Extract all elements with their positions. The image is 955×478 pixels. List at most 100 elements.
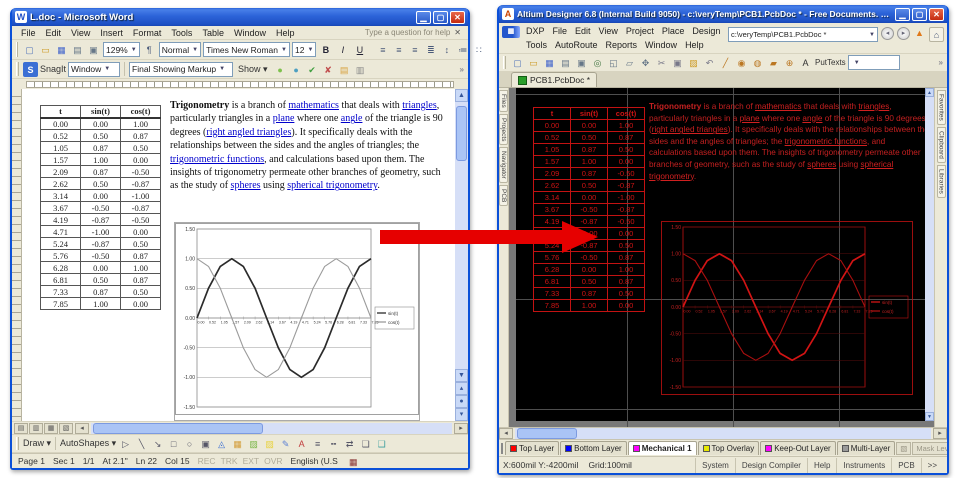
print-icon[interactable]: ▤ [70, 42, 85, 57]
paste-icon[interactable]: ▨ [686, 55, 701, 70]
outline-view-icon[interactable]: ▧ [59, 423, 73, 434]
hyperlink[interactable]: right angled triangles [206, 127, 291, 138]
hyperlink[interactable]: plane [273, 113, 295, 124]
scroll-left-icon[interactable]: ◂ [499, 428, 513, 439]
forward-icon[interactable]: ▸ [897, 27, 910, 40]
menu-item[interactable]: Window [229, 28, 271, 38]
panel-tab[interactable]: Libraries [937, 165, 946, 198]
layer-tab[interactable]: Multi-Layer [837, 441, 896, 455]
browse-select-icon[interactable]: ● [455, 395, 468, 408]
autoshapes-menu-button[interactable]: AutoShapes ▾ [60, 438, 116, 449]
panel-tab[interactable]: Projects [499, 114, 508, 145]
normal-view-icon[interactable]: ▤ [14, 423, 28, 434]
place-dimension-icon[interactable]: ⊕ [782, 55, 797, 70]
open-folder-icon[interactable]: ▭ [526, 55, 541, 70]
print-layout-view-icon[interactable]: ▦ [44, 423, 58, 434]
scroll-down-icon[interactable]: ▼ [455, 369, 468, 382]
menu-item[interactable]: Project [622, 24, 658, 38]
hyperlink[interactable]: spheres [231, 180, 261, 191]
rectangle-icon[interactable]: □ [166, 436, 181, 451]
menu-item[interactable]: File [16, 28, 41, 38]
layer-tab[interactable]: Mechanical 1 [628, 441, 697, 455]
hyperlink[interactable]: mathematics [755, 102, 801, 111]
panel-button[interactable]: Help [807, 458, 836, 473]
menu-item[interactable]: File [549, 24, 572, 38]
font-size-select[interactable]: 12▼ [292, 42, 316, 57]
menu-item[interactable]: Help [271, 28, 300, 38]
menu-item[interactable]: Edit [41, 28, 67, 38]
justify-icon[interactable]: ≣ [423, 42, 438, 57]
menu-item[interactable]: Format [128, 28, 167, 38]
maximize-button[interactable]: ▢ [912, 8, 927, 21]
menu-item[interactable]: Edit [571, 24, 595, 38]
word-chart[interactable]: 1.501.000.500.00-0.50-1.00-1.500.000.521… [174, 222, 420, 421]
close-button[interactable]: ✕ [929, 8, 944, 21]
altium-titlebar[interactable]: A Altium Designer 6.8 (Internal Build 90… [499, 5, 947, 23]
copy-icon[interactable]: ▣ [670, 55, 685, 70]
toolbar-grip[interactable] [16, 437, 19, 451]
scroll-up-icon[interactable]: ▲ [455, 89, 468, 102]
move-icon[interactable]: ✥ [638, 55, 653, 70]
accept-change-icon[interactable]: ✔ [305, 62, 320, 77]
minimize-button[interactable]: ▁ [416, 11, 431, 24]
word-vertical-scrollbar[interactable]: ▲ ▼ ▴ ● ▾ [455, 89, 468, 421]
web-layout-view-icon[interactable]: ▥ [29, 423, 43, 434]
document-path-combo[interactable]: c:\veryTemp\PCB1.PcbDoc *▼ [728, 27, 878, 42]
dash-style-icon[interactable]: ╍ [326, 436, 341, 451]
font-color-draw-icon[interactable]: A [294, 436, 309, 451]
menu-item[interactable]: Insert [95, 28, 128, 38]
textbox-icon[interactable]: ▣ [198, 436, 213, 451]
up-one-level-icon[interactable]: ▲ [913, 27, 926, 40]
panel-button[interactable]: Instruments [836, 458, 891, 473]
zoom-area-icon[interactable]: ◱ [606, 55, 621, 70]
scroll-right-icon[interactable]: ▸ [454, 423, 468, 434]
put-texts-label[interactable]: PutTexts [815, 58, 846, 67]
menu-item[interactable]: Design [688, 24, 724, 38]
reject-change-icon[interactable]: ✘ [321, 62, 336, 77]
snagit-window-select[interactable]: Window▼ [68, 62, 120, 77]
layer-tab[interactable]: Top Layer [505, 441, 559, 455]
menu-item[interactable]: Table [197, 28, 229, 38]
toolbar-grip[interactable] [503, 56, 506, 70]
draw-menu-button[interactable]: Draw ▾ [23, 438, 51, 449]
clipart-icon[interactable]: ▦ [230, 436, 245, 451]
picture-icon[interactable]: ▨ [246, 436, 261, 451]
back-icon[interactable]: ◂ [881, 27, 894, 40]
bullets-icon[interactable]: ∷ [471, 42, 486, 57]
menu-item[interactable]: View [595, 24, 622, 38]
line-style-icon[interactable]: ≡ [310, 436, 325, 451]
vertical-ruler[interactable] [12, 89, 22, 421]
panel-button[interactable]: Design Compiler [735, 458, 807, 473]
new-document-icon[interactable]: ▢ [22, 42, 37, 57]
threed-icon[interactable]: ❑ [374, 436, 389, 451]
menu-item[interactable]: Tools [166, 28, 197, 38]
home-icon[interactable]: ⌂ [929, 27, 944, 42]
toolbar-combo[interactable]: ▼ [848, 55, 900, 70]
toolbar-grip[interactable] [16, 62, 19, 76]
hyperlink[interactable]: trigonometric functions [170, 154, 264, 165]
align-left-icon[interactable]: ≡ [375, 42, 390, 57]
hyperlink[interactable]: mathematics [288, 100, 339, 111]
status-flag[interactable]: REC [198, 456, 216, 466]
layer-strip-button[interactable]: Mask Level [912, 442, 947, 455]
mask-options-button[interactable]: ▧ [896, 442, 911, 455]
toolbar-grip[interactable] [16, 42, 18, 57]
menu-item[interactable]: View [66, 28, 95, 38]
place-via-icon[interactable]: ◍ [750, 55, 765, 70]
select-objects-icon[interactable]: ▷ [118, 436, 133, 451]
menubar-close-icon[interactable]: ✕ [451, 28, 464, 37]
word-titlebar[interactable]: W L.doc - Microsoft Word ▁ ▢ ✕ [12, 8, 468, 26]
arrow-shape-icon[interactable]: ↘ [150, 436, 165, 451]
scroll-up-icon[interactable]: ▲ [925, 88, 934, 97]
zoom-fit-icon[interactable]: ◎ [590, 55, 605, 70]
insert-comment-icon[interactable]: ▤ [337, 62, 352, 77]
bold-button[interactable]: B [318, 42, 333, 57]
save-icon[interactable]: ▦ [542, 55, 557, 70]
save-icon[interactable]: ▦ [54, 42, 69, 57]
panel-tab[interactable]: Favorites [937, 90, 946, 125]
menu-item[interactable]: Reports [602, 38, 642, 52]
review-next-icon[interactable]: ● [289, 62, 304, 77]
hyperlink[interactable]: spheres [807, 160, 836, 169]
align-right-icon[interactable]: ≡ [407, 42, 422, 57]
underline-button[interactable]: U [352, 42, 367, 57]
